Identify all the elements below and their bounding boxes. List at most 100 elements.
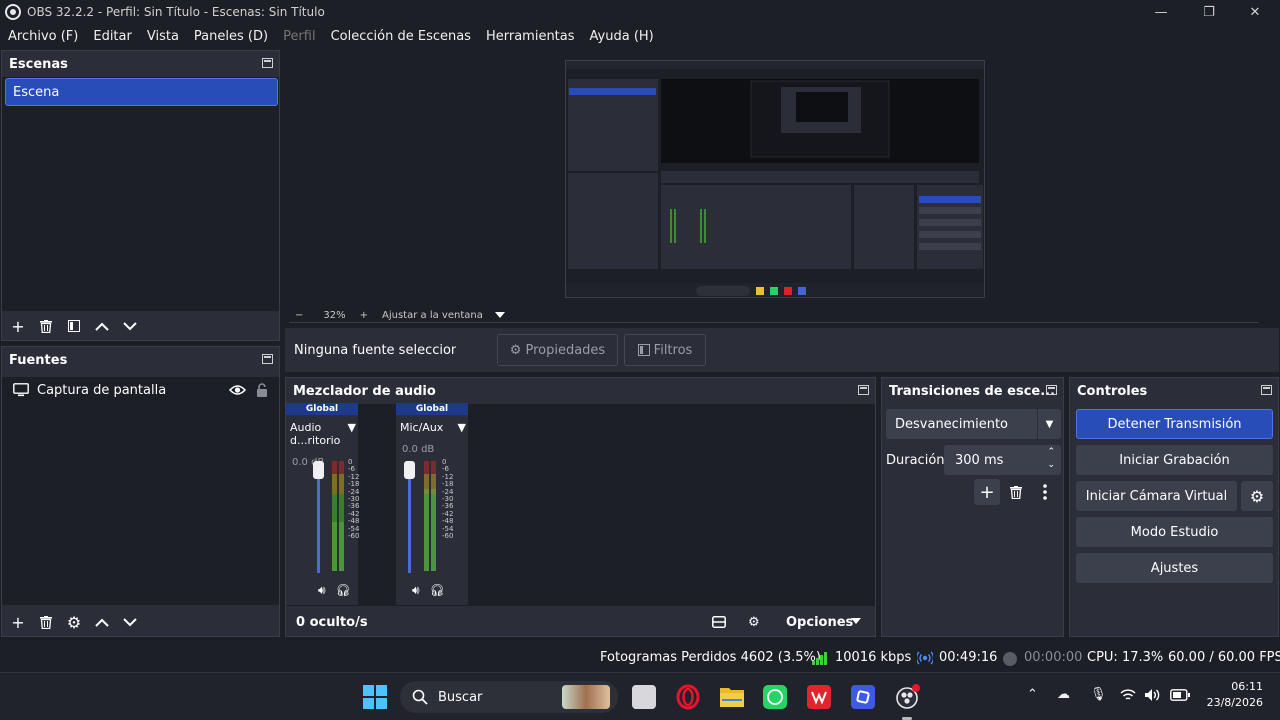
fps-readout: 60.00 / 60.00 FPS [1168,650,1280,665]
battery-icon[interactable] [1170,689,1190,701]
minimize-button[interactable]: — [1138,0,1184,24]
speaker-icon[interactable]: 🔊︎ [318,583,326,598]
duration-spinbox[interactable]: 300 ms ⌃ ⌄ [944,445,1061,475]
mixer-layout-icon[interactable] [712,616,726,628]
move-scene-up-icon[interactable] [88,315,116,337]
headphones-monitor-icon[interactable]: 🎧︎ [336,583,351,598]
dock-float-icon[interactable] [1046,385,1057,395]
transition-select[interactable]: Desvanecimiento ▼ [886,409,1061,439]
streaming-broadcast-icon [917,651,933,665]
chevron-down-icon[interactable]: ⌄ [1047,460,1055,470]
move-source-up-icon[interactable] [88,611,116,633]
speaker-icon[interactable]: 🔊︎ [412,583,420,598]
status-bar: Fotogramas Perdidos 4602 (3.5%) 10016 kb… [0,646,1280,670]
add-source-button[interactable]: + [4,611,32,633]
volume-slider-track[interactable] [317,465,320,573]
close-button[interactable]: ✕ [1232,0,1278,24]
monitor-icon [13,383,29,397]
dock-float-icon[interactable] [262,354,273,364]
advanced-audio-gear-icon[interactable]: ⚙ [748,615,760,630]
scenes-toolbar: + [4,313,144,339]
taskbar-clock[interactable]: 06:11 23/8/2026 [1205,679,1263,711]
start-virtual-camera-button[interactable]: Iniciar Cámara Virtual [1076,481,1237,511]
transitions-title: Transiciones de esce... [889,383,1056,399]
level-meter-fill [431,488,436,571]
obs-logo-icon [5,4,21,20]
channel-name-select[interactable]: Mic/Aux ▼ [396,421,468,434]
mixer-channel-mic: Global Mic/Aux ▼ 0.0 dB 0 -6 -12 -18 -24 -30-… [396,403,468,605]
stop-streaming-button[interactable]: Detener Transmisión [1076,409,1273,439]
chevron-up-icon[interactable]: ⌃ [1047,447,1055,457]
add-transition-button[interactable]: + [974,479,1000,505]
chevron-down-icon: ▼ [347,421,356,434]
filters-button[interactable]: Filtros [624,334,706,366]
scene-item[interactable]: Escena [5,78,278,106]
taskbar-search-box[interactable]: Buscar [400,681,618,713]
remove-scene-trash-icon[interactable] [32,315,60,337]
file-explorer-icon[interactable] [720,685,744,707]
dock-float-icon[interactable] [262,58,273,68]
options-button[interactable]: Opciones [786,615,853,630]
mixer-title: Mezclador de audio [293,383,436,399]
more-options-icon[interactable] [1038,482,1052,502]
record-time: 00:00:00 [1024,650,1083,665]
chevron-up-tray-icon[interactable]: ⌃ [1027,687,1038,702]
menu-coleccion-escenas[interactable]: Colección de Escenas [323,29,478,44]
chevron-down-icon[interactable] [494,312,505,318]
virtual-camera-settings-gear-icon[interactable]: ⚙ [1241,481,1273,511]
sources-toolbar: + ⚙ [4,609,144,635]
volume-icon[interactable] [1144,688,1160,702]
remove-transition-trash-icon[interactable] [1006,482,1026,502]
headphones-monitor-icon[interactable]: 🎧︎ [430,583,445,598]
obs-taskbar-icon[interactable] [895,684,921,710]
start-recording-button[interactable]: Iniciar Grabación [1076,445,1273,475]
signal-bars-icon [812,652,827,665]
menu-paneles[interactable]: Paneles (D) [186,29,275,44]
source-properties-gear-icon[interactable]: ⚙ [60,611,88,633]
volume-slider-handle[interactable] [313,461,324,479]
move-scene-down-icon[interactable] [116,315,144,337]
menu-herramientas[interactable]: Herramientas [478,29,582,44]
remove-source-trash-icon[interactable] [32,611,60,633]
lock-icon[interactable] [256,383,268,397]
menu-perfil[interactable]: Perfil [275,29,323,44]
windows-start-icon[interactable] [363,685,387,709]
zoom-in-button[interactable]: + [360,310,368,321]
channel-name-select[interactable]: Audio d...ritorio ▼ [286,421,358,447]
source-item[interactable]: Captura de pantalla [5,377,275,403]
menu-archivo[interactable]: Archivo (F) [0,29,85,44]
studio-mode-button[interactable]: Modo Estudio [1076,517,1273,547]
wifi-icon[interactable] [1120,688,1136,702]
move-source-down-icon[interactable] [116,611,144,633]
no-source-label: Ninguna fuente seleccionad [294,342,456,358]
scene-filters-icon[interactable] [60,315,88,337]
zoom-out-button[interactable]: − [295,310,303,321]
source-list: Captura de pantalla [2,377,279,605]
blue-app-icon[interactable] [851,685,875,709]
cloud-sync-icon[interactable]: ☁ [1057,687,1070,702]
level-meter-right [339,461,344,571]
add-scene-button[interactable]: + [4,315,32,337]
microphone-icon[interactable]: 🎙︎ [1090,687,1107,702]
maximize-button[interactable]: ❐ [1186,0,1232,24]
fit-to-window-select[interactable]: Ajustar a la ventana [382,310,483,321]
gear-icon: ⚙ [509,342,522,358]
wps-office-icon[interactable] [807,685,831,709]
whatsapp-icon[interactable] [763,685,787,709]
visibility-eye-icon[interactable] [229,384,246,396]
task-view-icon[interactable] [632,685,656,709]
search-highlight-image [562,685,610,709]
volume-slider-track[interactable] [408,465,411,573]
properties-button[interactable]: ⚙ Propiedades [497,334,618,366]
menu-vista[interactable]: Vista [139,29,186,44]
dock-float-icon[interactable] [1261,385,1272,395]
opera-browser-icon[interactable] [676,684,700,710]
level-meter-fill [332,521,337,571]
menu-ayuda[interactable]: Ayuda (H) [582,29,661,44]
volume-slider-handle[interactable] [404,461,415,479]
level-meter-fill [424,488,429,571]
preview-canvas[interactable] [565,60,985,298]
dock-float-icon[interactable] [858,385,869,395]
menu-editar[interactable]: Editar [85,29,139,44]
settings-button[interactable]: Ajustes [1076,553,1273,583]
